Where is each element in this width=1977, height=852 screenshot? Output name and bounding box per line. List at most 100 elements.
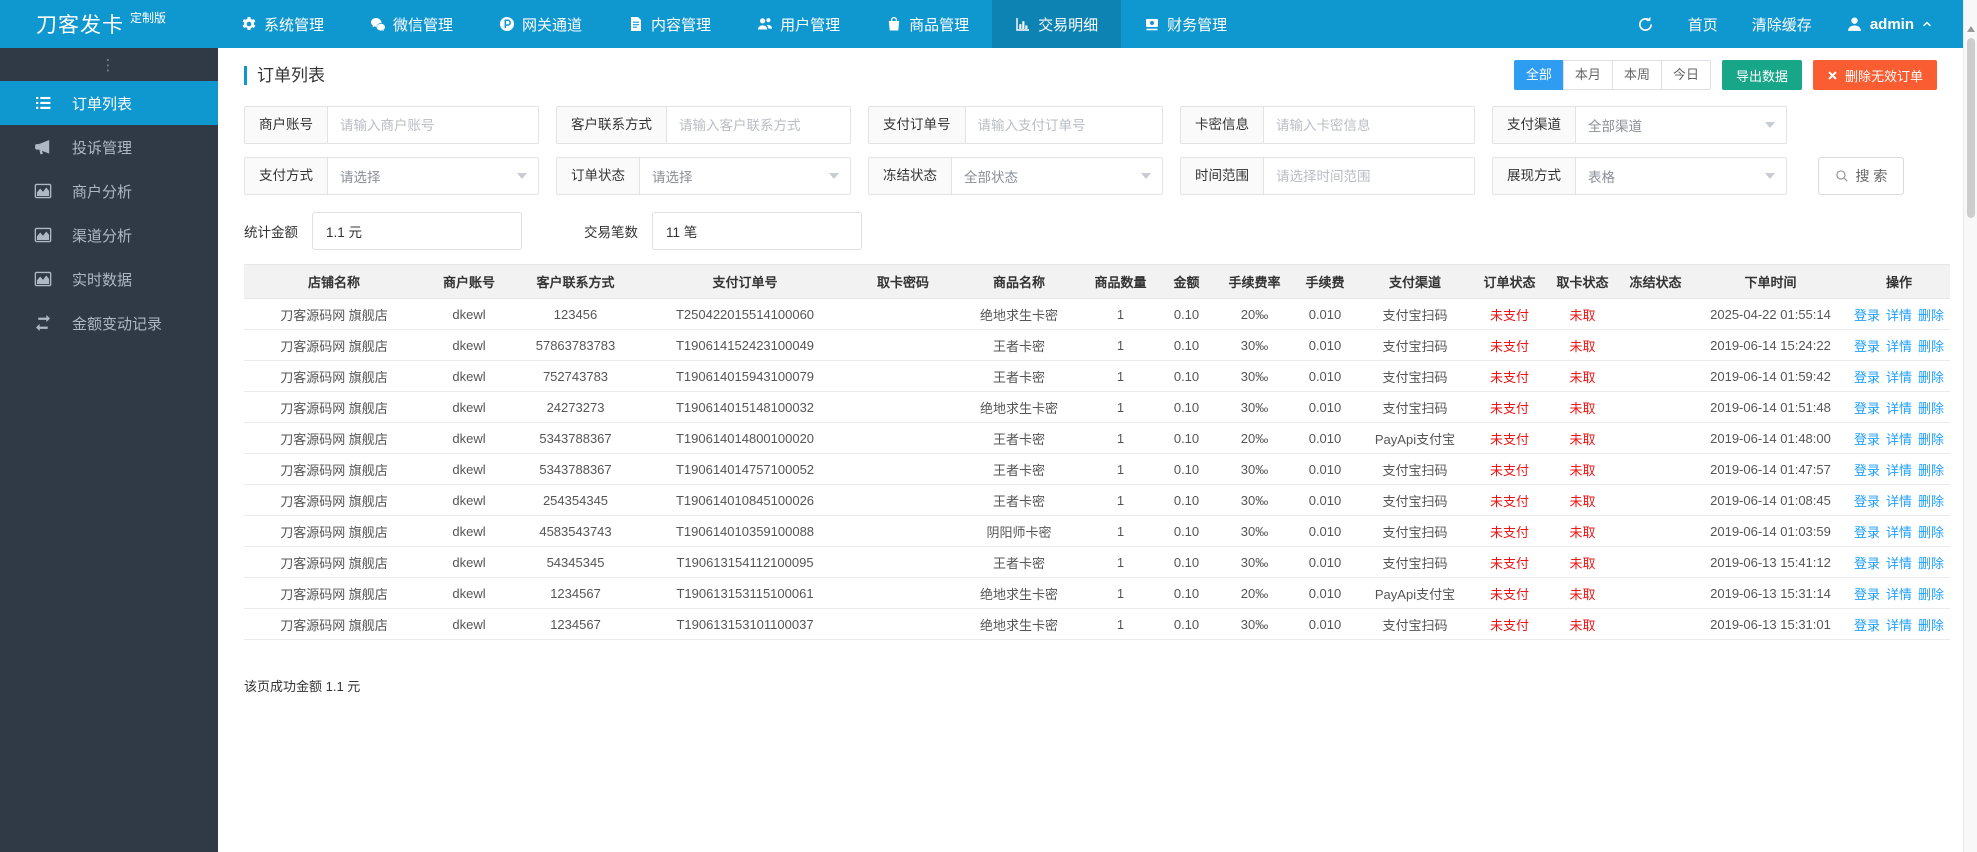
total-amount-value[interactable] xyxy=(312,212,522,250)
delete-link[interactable]: 删除 xyxy=(1918,494,1944,509)
payment-method-select[interactable]: 请选择 xyxy=(328,158,538,194)
scrollbar-thumb[interactable] xyxy=(1966,38,1975,218)
cell-amount: 0.10 xyxy=(1156,577,1217,609)
login-link[interactable]: 登录 xyxy=(1854,308,1880,323)
detail-link[interactable]: 详情 xyxy=(1886,432,1912,447)
login-link[interactable]: 登录 xyxy=(1854,432,1880,447)
detail-link[interactable]: 详情 xyxy=(1886,587,1912,602)
range-tab-本月[interactable]: 本月 xyxy=(1562,60,1613,90)
search-button[interactable]: 搜 索 xyxy=(1818,157,1904,195)
detail-link[interactable]: 详情 xyxy=(1886,525,1912,540)
nav-item-goods-management[interactable]: 商品管理 xyxy=(863,0,992,48)
cell-card-status: 未取 xyxy=(1547,329,1618,361)
login-link[interactable]: 登录 xyxy=(1854,494,1880,509)
detail-link[interactable]: 详情 xyxy=(1886,494,1912,509)
cell-order-no: T190614010359100088 xyxy=(637,515,853,547)
login-link[interactable]: 登录 xyxy=(1854,401,1880,416)
sidebar-collapse-icon[interactable]: ⋮ xyxy=(0,48,218,81)
sidebar-item-balance-change-log[interactable]: 金额变动记录 xyxy=(0,301,218,345)
delete-link[interactable]: 删除 xyxy=(1918,463,1944,478)
sidebar-item-realtime-data[interactable]: 实时数据 xyxy=(0,257,218,301)
table-row: 刀客源码网 旗舰店 dkewl 54345345 T19061315411210009… xyxy=(244,546,1950,578)
display-mode-select[interactable]: 表格 xyxy=(1576,158,1786,194)
login-link[interactable]: 登录 xyxy=(1854,556,1880,571)
export-data-button[interactable]: 导出数据 xyxy=(1721,60,1802,90)
delete-link[interactable]: 删除 xyxy=(1918,370,1944,385)
cell-amount: 0.10 xyxy=(1156,298,1217,330)
detail-link[interactable]: 详情 xyxy=(1886,339,1912,354)
login-link[interactable]: 登录 xyxy=(1854,525,1880,540)
clear-cache-link[interactable]: 清除缓存 xyxy=(1752,14,1812,35)
cell-freeze-status xyxy=(1618,577,1693,609)
nav-item-trade-detail[interactable]: 交易明细 xyxy=(992,0,1122,48)
order-status-select[interactable]: 请选择 xyxy=(640,158,850,194)
scroll-up-arrow-icon[interactable] xyxy=(1966,26,1975,32)
home-link[interactable]: 首页 xyxy=(1688,14,1718,35)
cell-order-status: 未支付 xyxy=(1472,515,1547,547)
page-title: 订单列表 xyxy=(244,65,325,85)
nav-item-gateway-channel[interactable]: 网关通道 xyxy=(476,0,605,48)
sidebar-item-merchant-analysis[interactable]: 商户分析 xyxy=(0,169,218,213)
delete-invalid-orders-button[interactable]: 删除无效订单 xyxy=(1812,60,1937,90)
cell-order-no: T190614014757100052 xyxy=(637,453,853,485)
time-range-input[interactable] xyxy=(1264,158,1474,194)
trade-count-value[interactable] xyxy=(652,212,862,250)
delete-link[interactable]: 删除 xyxy=(1918,525,1944,540)
cell-fee-rate: 30‰ xyxy=(1217,391,1292,423)
sidebar-item-complaint-management[interactable]: 投诉管理 xyxy=(0,125,218,169)
delete-link[interactable]: 删除 xyxy=(1918,339,1944,354)
card-info-input[interactable] xyxy=(1264,107,1474,143)
cell-card-status: 未取 xyxy=(1547,608,1618,640)
detail-link[interactable]: 详情 xyxy=(1886,556,1912,571)
nav-item-label: 内容管理 xyxy=(651,16,712,34)
range-tab-今日[interactable]: 今日 xyxy=(1660,60,1711,90)
detail-link[interactable]: 详情 xyxy=(1886,308,1912,323)
select-value: 表格 xyxy=(1588,170,1615,185)
refresh-icon[interactable] xyxy=(1637,16,1654,33)
cell-fee-rate: 30‰ xyxy=(1217,546,1292,578)
table-header-row: 店铺名称 商户账号 客户联系方式 支付订单号 取卡密码 商品名称 商品数量 金额 手续费率 手续费… xyxy=(244,264,1950,299)
sidebar-item-order-list[interactable]: 订单列表 xyxy=(0,81,218,125)
user-menu[interactable]: admin xyxy=(1846,16,1933,33)
login-link[interactable]: 登录 xyxy=(1854,618,1880,633)
sidebar-item-channel-analysis[interactable]: 渠道分析 xyxy=(0,213,218,257)
cell-account: dkewl xyxy=(424,391,514,423)
detail-link[interactable]: 详情 xyxy=(1886,618,1912,633)
scrollbar[interactable] xyxy=(1963,0,1977,852)
nav-item-wechat-management[interactable]: 微信管理 xyxy=(347,0,476,48)
nav-item-content-management[interactable]: 内容管理 xyxy=(605,0,734,48)
freeze-status-select[interactable]: 全部状态 xyxy=(952,158,1162,194)
delete-link[interactable]: 删除 xyxy=(1918,618,1944,633)
cell-time: 2019-06-14 15:24:22 xyxy=(1693,329,1848,361)
delete-link[interactable]: 删除 xyxy=(1918,556,1944,571)
detail-link[interactable]: 详情 xyxy=(1886,370,1912,385)
range-tab-全部[interactable]: 全部 xyxy=(1513,60,1564,90)
cell-fee: 0.010 xyxy=(1292,608,1358,640)
column-header: 订单状态 xyxy=(1472,264,1547,299)
nav-item-user-management[interactable]: 用户管理 xyxy=(734,0,863,48)
payment-channel-select[interactable]: 全部渠道 xyxy=(1576,107,1786,143)
range-tab-本周[interactable]: 本周 xyxy=(1611,60,1662,90)
detail-link[interactable]: 详情 xyxy=(1886,463,1912,478)
detail-link[interactable]: 详情 xyxy=(1886,401,1912,416)
nav-item-finance-management[interactable]: 财务管理 xyxy=(1121,0,1250,48)
delete-link[interactable]: 删除 xyxy=(1918,308,1944,323)
cell-order-no: T190614014800100020 xyxy=(637,422,853,454)
filter-panel: 商户账号客户联系方式支付订单号卡密信息支付渠道全部渠道 支付方式请选择订单状态请… xyxy=(218,102,1963,250)
filter-label: 支付渠道 xyxy=(1493,107,1576,143)
login-link[interactable]: 登录 xyxy=(1854,463,1880,478)
cell-qty: 1 xyxy=(1085,577,1156,609)
cell-qty: 1 xyxy=(1085,422,1156,454)
login-link[interactable]: 登录 xyxy=(1854,587,1880,602)
delete-link[interactable]: 删除 xyxy=(1918,587,1944,602)
merchant-account-input[interactable] xyxy=(328,107,538,143)
customer-contact-input[interactable] xyxy=(667,107,850,143)
payment-order-no-input[interactable] xyxy=(965,107,1162,143)
delete-link[interactable]: 删除 xyxy=(1918,432,1944,447)
login-link[interactable]: 登录 xyxy=(1854,339,1880,354)
login-link[interactable]: 登录 xyxy=(1854,370,1880,385)
search-button-label: 搜 索 xyxy=(1855,168,1888,184)
delete-link[interactable]: 删除 xyxy=(1918,401,1944,416)
nav-item-system-management[interactable]: 系统管理 xyxy=(218,0,347,48)
cell-card-pwd xyxy=(853,391,953,423)
